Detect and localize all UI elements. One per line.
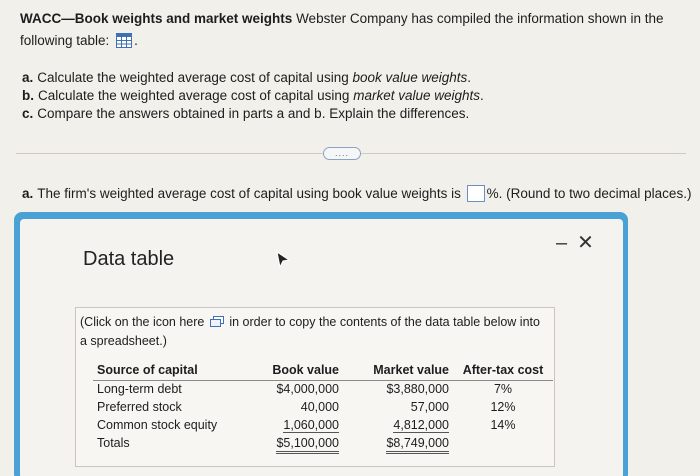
question-title: WACC—Book weights and market weights bbox=[20, 11, 293, 26]
cell-cost bbox=[453, 434, 553, 452]
answer-text: The firm's weighted average cost of capi… bbox=[37, 186, 461, 201]
table-grid-icon[interactable] bbox=[116, 33, 133, 48]
part-c-label: c. bbox=[22, 106, 34, 121]
cell-source: Preferred stock bbox=[97, 400, 182, 414]
cell-source: Common stock equity bbox=[97, 418, 218, 432]
part-b-emphasis: market value weights bbox=[353, 88, 481, 103]
cell-book: 40,000 bbox=[300, 400, 339, 414]
answer-suffix: %. (Round to two decimal places.) bbox=[486, 186, 692, 201]
part-a-emphasis: book value weights bbox=[352, 70, 468, 85]
cell-cost: 12% bbox=[490, 400, 516, 414]
part-a: a. Calculate the weighted average cost of… bbox=[22, 69, 682, 87]
col-book-value: Book value bbox=[243, 360, 343, 381]
cell-source: Totals bbox=[97, 436, 130, 450]
part-a-end: . bbox=[467, 70, 472, 85]
intro-period: . bbox=[134, 33, 138, 48]
table-header-row: Source of capital Book value Market valu… bbox=[93, 360, 553, 381]
part-a-text: Calculate the weighted average cost of c… bbox=[37, 70, 353, 85]
expand-more-button[interactable]: .... bbox=[323, 147, 361, 160]
cell-book-total: $5,100,000 bbox=[276, 436, 339, 454]
question-parts: a. Calculate the weighted average cost of… bbox=[22, 69, 682, 123]
capital-data-table: Source of capital Book value Market valu… bbox=[93, 360, 553, 454]
minimize-button[interactable]: – bbox=[556, 232, 567, 255]
col-market-value: Market value bbox=[343, 360, 453, 381]
copy-icon[interactable] bbox=[209, 315, 224, 327]
part-c-text: Compare the answers obtained in parts a … bbox=[37, 106, 470, 121]
table-row: Long-term debt $4,000,000 $3,880,000 7% bbox=[93, 380, 553, 398]
question-text: WACC—Book weights and market weights Web… bbox=[20, 8, 690, 52]
col-source: Source of capital bbox=[93, 360, 243, 381]
part-b-end: . bbox=[480, 88, 484, 103]
wacc-book-input[interactable] bbox=[466, 185, 485, 202]
answer-prompt: a. The firm's weighted average cost of ca… bbox=[22, 184, 692, 204]
mouse-cursor-icon bbox=[276, 251, 290, 269]
cell-source: Long-term debt bbox=[97, 382, 182, 397]
table-row: Preferred stock 40,000 57,000 12% bbox=[93, 398, 553, 416]
cell-book: $5,100,000 bbox=[243, 434, 343, 454]
cell-market: 57,000 bbox=[410, 400, 449, 414]
cell-market: $3,880,000 bbox=[386, 382, 449, 397]
part-b-label: b. bbox=[22, 88, 34, 103]
window-controls: – ✕ bbox=[556, 230, 604, 255]
close-button[interactable]: ✕ bbox=[577, 230, 594, 255]
part-b-text: Calculate the weighted average cost of c… bbox=[38, 88, 354, 103]
part-c: c. Compare the answers obtained in parts … bbox=[22, 105, 682, 123]
cell-cost: 14% bbox=[490, 418, 516, 432]
cell-book-value: 1,060,000 bbox=[283, 418, 339, 433]
cell-market-value: 4,812,000 bbox=[393, 418, 449, 433]
col-after-tax-cost: After-tax cost bbox=[453, 360, 553, 381]
cell-market: 4,812,000 bbox=[343, 416, 453, 434]
part-a-label: a. bbox=[22, 70, 34, 85]
copy-note-start: (Click on the icon here bbox=[80, 315, 205, 329]
cell-market-total: $8,749,000 bbox=[386, 436, 449, 454]
table-row-totals: Totals $5,100,000 $8,749,000 bbox=[93, 434, 553, 454]
table-row: Common stock equity 1,060,000 4,812,000 … bbox=[93, 416, 553, 434]
part-b: b. Calculate the weighted average cost of… bbox=[22, 87, 682, 105]
copy-instructions: (Click on the icon here in order to copy… bbox=[80, 313, 550, 351]
cell-book: $4,000,000 bbox=[276, 382, 339, 397]
cell-cost: 7% bbox=[493, 382, 513, 397]
cell-market: $8,749,000 bbox=[343, 434, 453, 454]
cell-book: 1,060,000 bbox=[243, 416, 343, 434]
modal-title: Data table bbox=[83, 248, 175, 270]
answer-label: a. bbox=[22, 186, 34, 201]
